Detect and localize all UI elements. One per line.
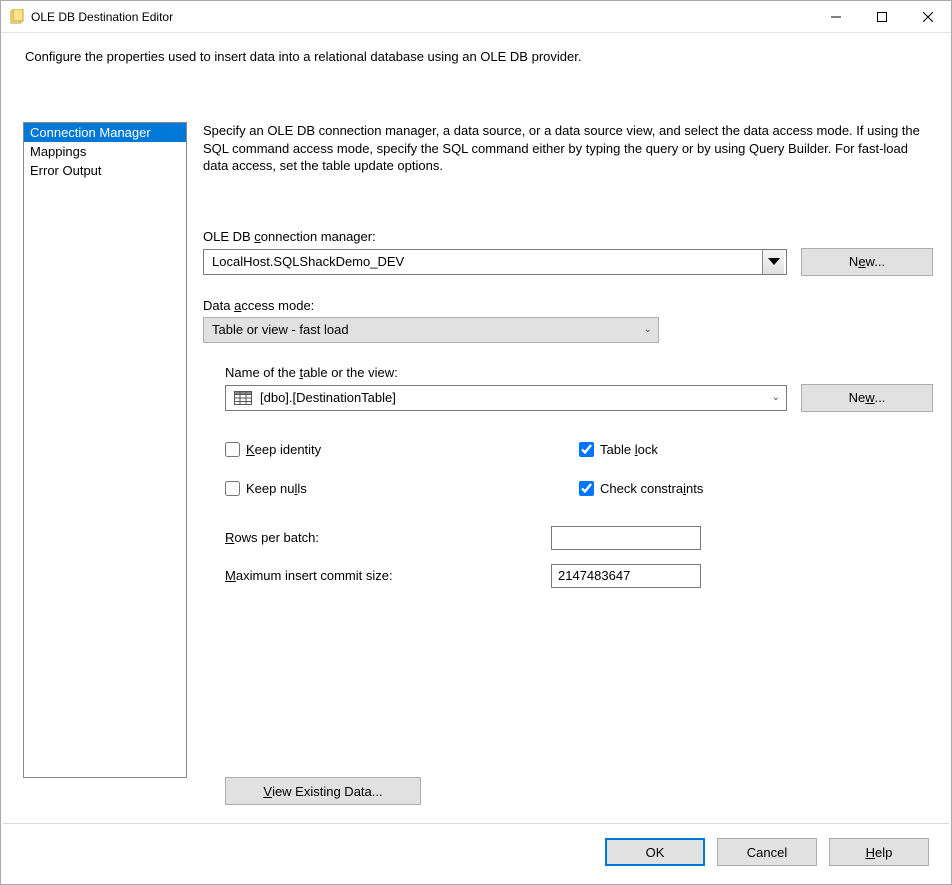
- panel-instructions: Specify an OLE DB connection manager, a …: [203, 122, 933, 175]
- table-name-value: [dbo].[DestinationTable]: [260, 390, 772, 405]
- titlebar: OLE DB Destination Editor: [1, 1, 951, 33]
- table-name-dropdown[interactable]: [dbo].[DestinationTable] ⌄: [225, 385, 787, 411]
- table-icon: [234, 391, 252, 405]
- help-button[interactable]: Help: [829, 838, 929, 866]
- rows-per-batch-label: Rows per batch:: [225, 530, 551, 545]
- keep-identity-label: Keep identity: [246, 442, 321, 457]
- nav-item-connection-manager[interactable]: Connection Manager: [24, 123, 186, 142]
- dialog-footer: OK Cancel Help: [3, 823, 949, 884]
- table-lock-label: Table lock: [600, 442, 658, 457]
- dialog-description: Configure the properties used to insert …: [1, 33, 951, 72]
- dialog-window: OLE DB Destination Editor Configure the …: [0, 0, 952, 885]
- chevron-down-icon: ⌄: [772, 392, 780, 403]
- access-mode-dropdown[interactable]: Table or view - fast load ⌄: [203, 317, 659, 343]
- max-commit-size-input[interactable]: [551, 564, 701, 588]
- rows-per-batch-input[interactable]: [551, 526, 701, 550]
- table-lock-checkbox[interactable]: [579, 442, 594, 457]
- keep-nulls-label: Keep nulls: [246, 481, 307, 496]
- main-panel: Specify an OLE DB connection manager, a …: [187, 122, 933, 809]
- chevron-down-icon: ⌄: [644, 324, 652, 335]
- conn-manager-label: OLE DB connection manager:: [203, 229, 933, 244]
- keep-nulls-checkbox[interactable]: [225, 481, 240, 496]
- window-title: OLE DB Destination Editor: [31, 10, 813, 24]
- maximize-button[interactable]: [859, 1, 905, 32]
- conn-manager-dropdown[interactable]: LocalHost.SQLShackDemo_DEV: [203, 249, 787, 275]
- check-constraints-label: Check constraints: [600, 481, 703, 496]
- minimize-button[interactable]: [813, 1, 859, 32]
- close-button[interactable]: [905, 1, 951, 32]
- check-constraints-checkbox[interactable]: [579, 481, 594, 496]
- new-table-button[interactable]: New...: [801, 384, 933, 412]
- cancel-button[interactable]: Cancel: [717, 838, 817, 866]
- app-icon: [9, 9, 25, 25]
- keep-identity-checkbox[interactable]: [225, 442, 240, 457]
- access-mode-label: Data access mode:: [203, 298, 933, 313]
- window-controls: [813, 1, 951, 32]
- chevron-down-icon: [762, 250, 784, 274]
- conn-manager-value: LocalHost.SQLShackDemo_DEV: [212, 254, 762, 269]
- max-commit-size-label: Maximum insert commit size:: [225, 568, 551, 583]
- dialog-body: Connection Manager Mappings Error Output…: [1, 122, 951, 809]
- new-connection-button[interactable]: New...: [801, 248, 933, 276]
- ok-button[interactable]: OK: [605, 838, 705, 866]
- nav-item-error-output[interactable]: Error Output: [24, 161, 186, 180]
- view-existing-data-button[interactable]: View Existing Data...: [225, 777, 421, 805]
- table-name-label: Name of the table or the view:: [225, 365, 933, 380]
- side-nav: Connection Manager Mappings Error Output: [23, 122, 187, 778]
- nav-item-mappings[interactable]: Mappings: [24, 142, 186, 161]
- access-mode-value: Table or view - fast load: [212, 322, 349, 337]
